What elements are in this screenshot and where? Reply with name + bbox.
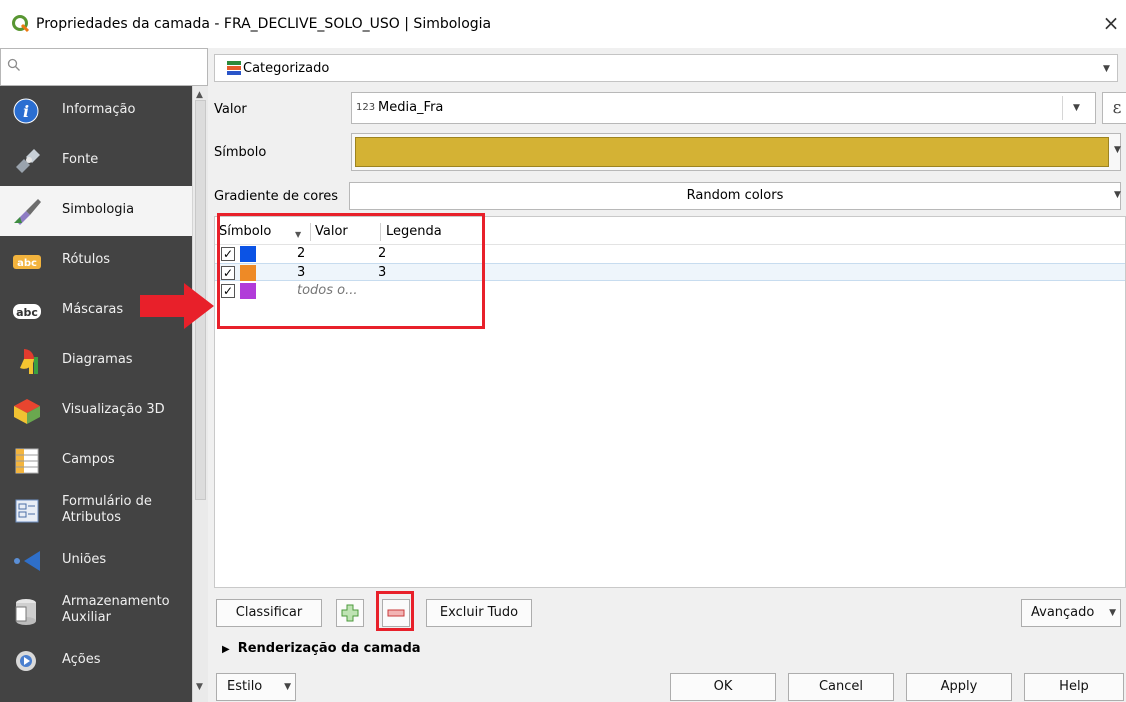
color-ramp-label: Gradiente de cores: [214, 189, 339, 204]
actions-icon: [16, 651, 36, 671]
value-label: Valor: [214, 102, 247, 117]
chevron-down-icon[interactable]: ▼: [1062, 96, 1090, 120]
ok-button[interactable]: OK: [670, 673, 776, 701]
chevron-down-icon: ▼: [284, 682, 291, 692]
highlight-box-remove-button: [376, 591, 414, 631]
auxiliary-storage-icon: [15, 599, 36, 625]
qgis-logo-icon: [12, 15, 30, 33]
joins-icon: [14, 551, 40, 571]
search-box[interactable]: [0, 48, 208, 86]
sidebar-item-visualizacao-3d[interactable]: Visualização 3D: [0, 386, 192, 436]
3d-view-icon: [14, 399, 40, 424]
style-button[interactable]: Estilo ▼: [216, 673, 296, 701]
svg-text:abc: abc: [17, 258, 37, 269]
sidebar-item-armazenamento-auxiliar[interactable]: Armazenamento Auxiliar: [0, 586, 192, 636]
color-ramp-button[interactable]: Random colors ▼: [349, 182, 1121, 210]
red-arrow-annotation: [140, 283, 214, 329]
diagrams-icon: [20, 349, 38, 374]
style-button-label: Estilo: [227, 679, 263, 694]
cancel-button[interactable]: Cancel: [788, 673, 894, 701]
integer-field-icon: 123: [356, 102, 376, 113]
sidebar-item-unioes[interactable]: Uniões: [0, 536, 192, 586]
source-icon: [16, 149, 40, 173]
layer-rendering-label: Renderização da camada: [237, 641, 421, 656]
symbol-label: Símbolo: [214, 145, 267, 160]
plus-icon: [341, 604, 359, 622]
expression-button[interactable]: ε: [1102, 92, 1126, 124]
symbol-button[interactable]: ▼: [351, 133, 1121, 171]
labels-icon: abc: [13, 255, 41, 269]
sidebar-item-informacao[interactable]: i Informação: [0, 86, 192, 136]
sidebar-item-label: Informação: [62, 102, 136, 117]
window-title: Propriedades da camada - FRA_DECLIVE_SOL…: [36, 16, 492, 32]
value-field-select[interactable]: 123 Media_Fra ▼: [351, 92, 1096, 124]
sidebar-item-label: Uniões: [62, 552, 107, 567]
sidebar-item-fonte[interactable]: Fonte: [0, 136, 192, 186]
sidebar-item-label: Campos: [62, 452, 115, 467]
delete-all-button[interactable]: Excluir Tudo: [426, 599, 532, 627]
masks-icon: abc: [13, 304, 41, 319]
sidebar-item-formulario-atributos[interactable]: Formulário de Atributos: [0, 486, 192, 536]
symbology-icon: [14, 199, 41, 225]
help-button[interactable]: Help: [1024, 673, 1124, 701]
search-input[interactable]: [27, 55, 197, 79]
attributes-form-icon: [15, 499, 39, 523]
sidebar-item-acoes[interactable]: Ações: [0, 636, 192, 686]
renderer-type-value: Categorizado: [243, 61, 330, 76]
sidebar-item-label: Armazenamento Auxiliar: [62, 594, 170, 625]
sidebar-item-label: Máscaras: [62, 302, 124, 317]
symbology-panel: Categorizado ▼ Valor 123 Media_Fra ▼ ε S…: [208, 48, 1126, 702]
sidebar-scrollbar[interactable]: ▲ ▼: [192, 86, 208, 702]
sidebar-item-partial[interactable]: [0, 686, 192, 702]
sidebar-item-campos[interactable]: Campos: [0, 436, 192, 486]
info-icon: i: [13, 98, 39, 124]
sidebar-item-diagramas[interactable]: Diagramas: [0, 336, 192, 386]
search-icon: [7, 58, 20, 71]
scroll-up-icon[interactable]: ▲: [196, 90, 203, 100]
sidebar-item-label: Simbologia: [62, 202, 135, 217]
chevron-down-icon: ▼: [1109, 608, 1116, 618]
sidebar-item-simbologia[interactable]: Simbologia: [0, 186, 192, 236]
chevron-down-icon[interactable]: ▼: [1114, 191, 1121, 200]
classify-button[interactable]: Classificar: [216, 599, 322, 627]
sidebar-item-rotulos[interactable]: abc Rótulos: [0, 236, 192, 286]
fields-icon: [15, 448, 39, 474]
sidebar-item-label: Visualização 3D: [62, 402, 165, 417]
sidebar-item-label: Ações: [62, 652, 101, 667]
sidebar-item-label: Formulário de Atributos: [62, 494, 152, 525]
highlight-box-categories: [217, 213, 485, 329]
value-field-name: Media_Fra: [378, 100, 444, 115]
sidebar-list: i Informação Fonte Simbologia abc Rótulo…: [0, 86, 192, 702]
sidebar-item-label: Fonte: [62, 152, 99, 167]
chevron-down-icon[interactable]: ▼: [1114, 145, 1121, 155]
advanced-button-label: Avançado: [1031, 605, 1095, 620]
add-category-button[interactable]: [336, 599, 364, 627]
sidebar-item-label: Diagramas: [62, 352, 133, 367]
folder-icon: [12, 697, 42, 702]
layer-rendering-group[interactable]: ▶ Renderização da camada: [222, 641, 421, 656]
categorized-icon: [227, 61, 241, 75]
color-ramp-value: Random colors: [686, 188, 784, 203]
symbol-color-swatch: [355, 137, 1109, 167]
close-icon[interactable]: ×: [1098, 10, 1124, 36]
expand-arrow-icon[interactable]: ▶: [222, 644, 230, 655]
renderer-type-select[interactable]: Categorizado ▼: [214, 54, 1118, 82]
advanced-button[interactable]: Avançado ▼: [1021, 599, 1121, 627]
svg-text:abc: abc: [16, 306, 38, 319]
sidebar-item-label: Rótulos: [62, 252, 111, 267]
svg-text:i: i: [23, 102, 29, 121]
scroll-down-icon[interactable]: ▼: [196, 682, 203, 692]
apply-button[interactable]: Apply: [906, 673, 1012, 701]
sidebar: i Informação Fonte Simbologia abc Rótulo…: [0, 48, 208, 702]
chevron-down-icon: ▼: [1103, 64, 1110, 74]
window-titlebar: Propriedades da camada - FRA_DECLIVE_SOL…: [0, 0, 1126, 48]
